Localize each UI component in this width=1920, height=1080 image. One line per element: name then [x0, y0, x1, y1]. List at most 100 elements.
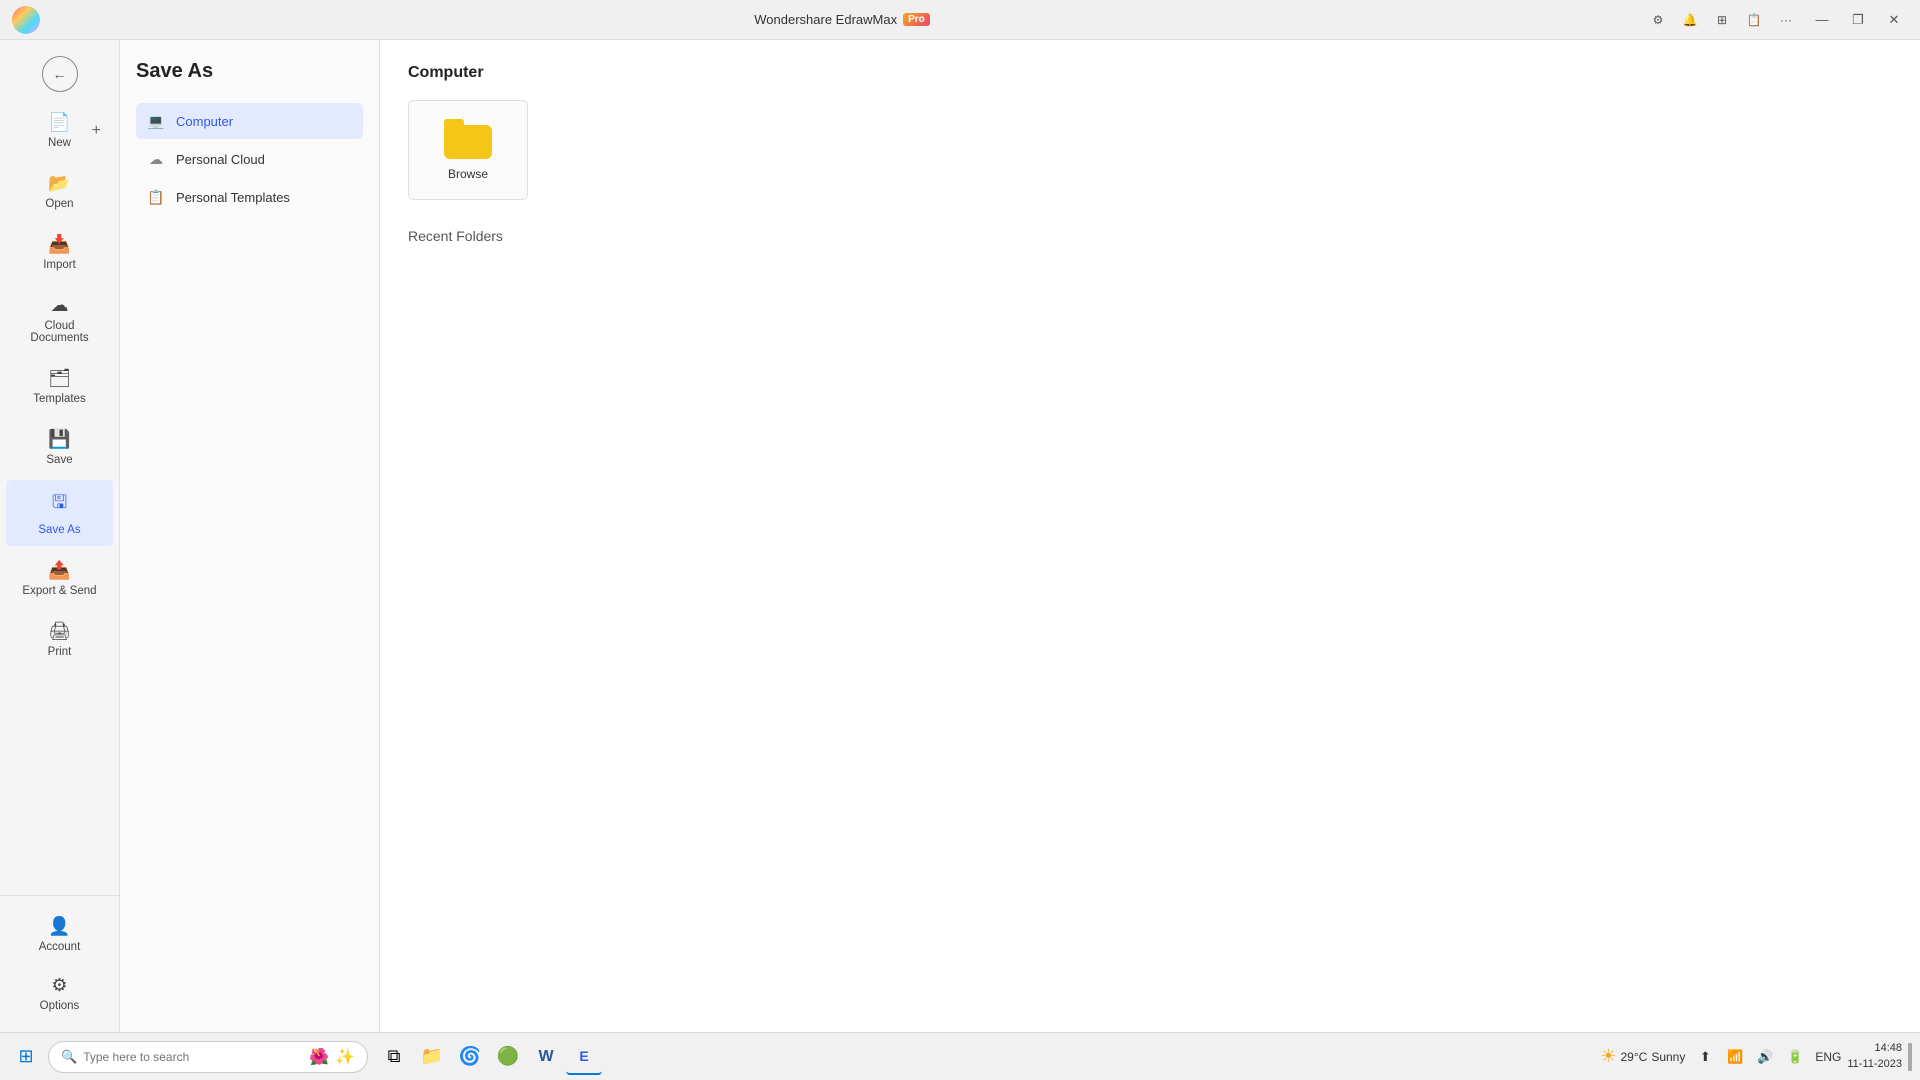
- date-display: 11-11-2023: [1847, 1057, 1902, 1072]
- title-bar: Wondershare EdrawMax Pro ⚙ 🔔 ⊞ 📋 ··· — ❐…: [0, 0, 1920, 40]
- weather-condition: Sunny: [1651, 1050, 1685, 1064]
- nav-item-cloud-documents[interactable]: ☁ Cloud Documents: [6, 285, 113, 354]
- more-icon[interactable]: ···: [1772, 6, 1800, 34]
- content-area: Computer Browse Recent Folders: [380, 40, 1920, 1032]
- main-area: ← 📄 New + 📂 Open 📥 Import ☁ Cloud Docume…: [0, 40, 1920, 1032]
- new-icon: 📄: [48, 112, 70, 133]
- system-icons: ⬆ 📶 🔊 🔋: [1691, 1043, 1809, 1071]
- taskbar-apps: ⧉ 📁 🌀 🟢 W E: [376, 1039, 602, 1075]
- print-icon: 🖨: [48, 621, 71, 642]
- nav-label-open: Open: [45, 198, 73, 210]
- nav-label-options: Options: [40, 1000, 80, 1012]
- nav-label-print: Print: [48, 646, 72, 658]
- weather-temp: 29°C: [1621, 1050, 1648, 1064]
- nav-item-save-as[interactable]: 🖫 Save As: [6, 480, 113, 546]
- show-desktop-button[interactable]: [1908, 1043, 1912, 1071]
- nav-item-print[interactable]: 🖨 Print: [6, 611, 113, 668]
- sparkle-decoration: ✨: [335, 1047, 355, 1067]
- folder-body: [444, 125, 492, 159]
- computer-label: Computer: [176, 114, 233, 129]
- taskbar-right: ☀ 29°C Sunny ⬆ 📶 🔊 🔋 ENG 14:48 11-11-202…: [1600, 1041, 1912, 1072]
- personal-cloud-label: Personal Cloud: [176, 152, 265, 167]
- minimize-button[interactable]: —: [1808, 6, 1836, 34]
- nav-item-open[interactable]: 📂 Open: [6, 163, 113, 220]
- cloud-documents-icon: ☁: [51, 295, 69, 316]
- clipboard-icon[interactable]: 📋: [1740, 6, 1768, 34]
- title-bar-left: [12, 6, 40, 34]
- user-avatar[interactable]: [12, 6, 40, 34]
- templates-icon: 🗂: [48, 368, 71, 389]
- start-button[interactable]: ⊞: [8, 1039, 44, 1075]
- browse-label: Browse: [448, 167, 488, 181]
- title-bar-right: ⚙ 🔔 ⊞ 📋 ··· — ❐ ✕: [1644, 6, 1908, 34]
- clock-widget[interactable]: 14:48 11-11-2023: [1847, 1041, 1902, 1072]
- export-send-icon: 📤: [48, 560, 70, 581]
- recent-folders-title: Recent Folders: [408, 228, 1892, 244]
- time-display: 14:48: [1847, 1041, 1902, 1056]
- nav-label-save: Save: [46, 454, 72, 466]
- title-bar-center: Wondershare EdrawMax Pro: [754, 12, 930, 27]
- nav-label-save-as: Save As: [38, 524, 80, 536]
- folder-icon: [444, 119, 492, 159]
- nav-label-import: Import: [43, 259, 76, 271]
- nav-label-new: New: [48, 137, 71, 149]
- nav-item-templates[interactable]: 🗂 Templates: [6, 358, 113, 415]
- nav-item-account[interactable]: 👤 Account: [6, 906, 113, 963]
- system-tray-icon[interactable]: ⬆: [1691, 1043, 1719, 1071]
- save-icon: 💾: [48, 429, 70, 450]
- battery-icon[interactable]: 🔋: [1781, 1043, 1809, 1071]
- notification-icon[interactable]: 🔔: [1676, 6, 1704, 34]
- new-plus-icon: +: [92, 122, 101, 140]
- nav-item-save[interactable]: 💾 Save: [6, 419, 113, 476]
- pro-badge: Pro: [903, 13, 930, 26]
- flower-decoration: 🌺: [309, 1047, 329, 1067]
- personal-templates-icon: 📋: [146, 187, 166, 207]
- options-icon: ⚙: [51, 975, 67, 996]
- chrome-browser-button[interactable]: 🟢: [490, 1039, 526, 1075]
- search-icon: 🔍: [61, 1049, 77, 1065]
- restore-button[interactable]: ❐: [1844, 6, 1872, 34]
- save-as-icon: 🖫: [52, 490, 67, 520]
- side-panel-title: Save As: [136, 60, 363, 83]
- language-indicator[interactable]: ENG: [1815, 1050, 1841, 1064]
- network-icon[interactable]: 📶: [1721, 1043, 1749, 1071]
- edge-browser-button[interactable]: 🌀: [452, 1039, 488, 1075]
- nav-label-account: Account: [39, 941, 81, 953]
- side-panel-computer[interactable]: 💻 Computer: [136, 103, 363, 139]
- nav-bottom: 👤 Account ⚙ Options: [0, 895, 119, 1024]
- nav-label-cloud-documents: Cloud Documents: [14, 320, 105, 344]
- taskbar-search-box[interactable]: 🔍 🌺 ✨: [48, 1041, 368, 1073]
- nav-label-templates: Templates: [33, 393, 85, 405]
- volume-icon[interactable]: 🔊: [1751, 1043, 1779, 1071]
- edrawmax-button[interactable]: E: [566, 1039, 602, 1075]
- nav-label-export-send: Export & Send: [22, 585, 96, 597]
- app-name: Wondershare EdrawMax: [754, 12, 897, 27]
- side-panel: Save As 💻 Computer ☁ Personal Cloud 📋 Pe…: [120, 40, 380, 1032]
- personal-templates-label: Personal Templates: [176, 190, 290, 205]
- word-button[interactable]: W: [528, 1039, 564, 1075]
- nav-item-import[interactable]: 📥 Import: [6, 224, 113, 281]
- grid-icon[interactable]: ⊞: [1708, 6, 1736, 34]
- side-panel-personal-templates[interactable]: 📋 Personal Templates: [136, 179, 363, 215]
- browse-card[interactable]: Browse: [408, 100, 528, 200]
- personal-cloud-icon: ☁: [146, 149, 166, 169]
- browse-grid: Browse: [408, 100, 1892, 200]
- back-button[interactable]: ←: [42, 56, 78, 92]
- nav-item-new[interactable]: 📄 New +: [6, 102, 113, 159]
- close-button[interactable]: ✕: [1880, 6, 1908, 34]
- weather-sun-icon: ☀: [1600, 1046, 1616, 1067]
- toolbar-icons: ⚙ 🔔 ⊞ 📋 ···: [1644, 6, 1800, 34]
- settings-icon[interactable]: ⚙: [1644, 6, 1672, 34]
- open-icon: 📂: [48, 173, 70, 194]
- left-nav: ← 📄 New + 📂 Open 📥 Import ☁ Cloud Docume…: [0, 40, 120, 1032]
- file-explorer-button[interactable]: 📁: [414, 1039, 450, 1075]
- computer-icon: 💻: [146, 111, 166, 131]
- nav-item-export-send[interactable]: 📤 Export & Send: [6, 550, 113, 607]
- import-icon: 📥: [48, 234, 70, 255]
- taskbar: ⊞ 🔍 🌺 ✨ ⧉ 📁 🌀 🟢 W E ☀ 29°C Sunny ⬆ 📶 🔊 🔋…: [0, 1032, 1920, 1080]
- weather-widget[interactable]: ☀ 29°C Sunny: [1600, 1046, 1685, 1067]
- nav-item-options[interactable]: ⚙ Options: [6, 965, 113, 1022]
- search-input[interactable]: [83, 1050, 303, 1064]
- side-panel-personal-cloud[interactable]: ☁ Personal Cloud: [136, 141, 363, 177]
- task-view-button[interactable]: ⧉: [376, 1039, 412, 1075]
